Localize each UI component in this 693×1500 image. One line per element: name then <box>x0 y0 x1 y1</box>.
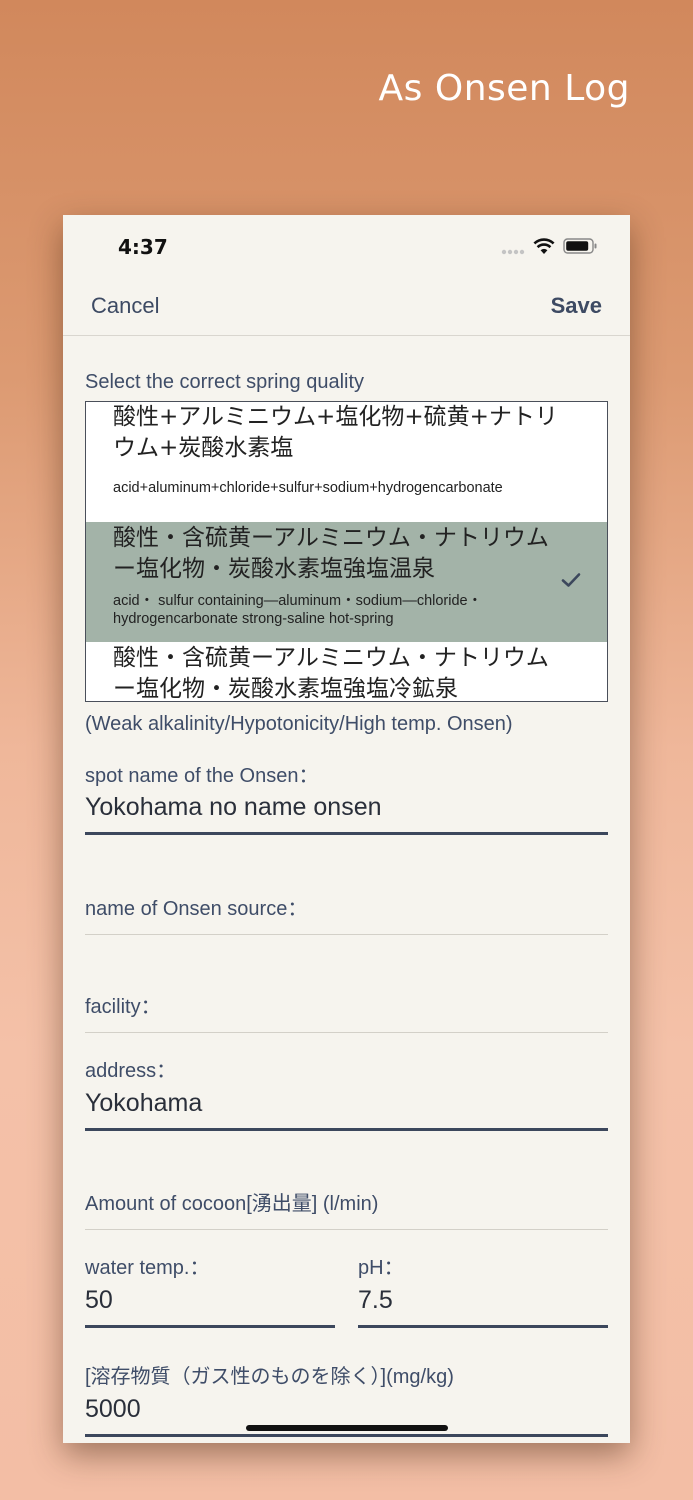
facility-underline <box>85 1032 608 1033</box>
address-label: address： <box>85 1060 177 1082</box>
status-time: 4:37 <box>118 235 168 259</box>
checkmark-icon <box>561 573 581 587</box>
ph-input[interactable]: 7.5 <box>358 1286 393 1315</box>
spring-quality-option[interactable]: 酸性+アルミニウム+塩化物+硫黄+ナトリウム+炭酸水素塩 acid+alumin… <box>86 402 607 522</box>
water-temp-underline <box>85 1325 335 1328</box>
status-bar: 4:37 <box>63 215 630 277</box>
option-english-name: acid+aluminum+chloride+sulfur+sodium+hyd… <box>113 480 503 496</box>
spot-name-input[interactable]: Yokohama no name onsen <box>85 793 382 822</box>
source-name-label: name of Onsen source： <box>85 898 308 920</box>
dissolved-substances-underline <box>85 1434 608 1437</box>
phone-screen: 4:37 Cancel Save Select the correct spri… <box>63 215 630 1443</box>
amount-label: Amount of cocoon[湧出量] (l/min) <box>85 1193 379 1215</box>
amount-underline <box>85 1229 608 1230</box>
address-input[interactable]: Yokohama <box>85 1089 202 1118</box>
save-button[interactable]: Save <box>551 293 602 319</box>
battery-icon <box>563 238 597 254</box>
cancel-button[interactable]: Cancel <box>91 293 159 319</box>
wifi-icon <box>533 238 555 254</box>
spring-quality-label: Select the correct spring quality <box>85 371 365 393</box>
dissolved-substances-label: [溶存物質（ガス性のものを除く）](mg/kg) <box>85 1366 454 1388</box>
facility-label: facility： <box>85 996 161 1018</box>
navigation-bar: Cancel Save <box>63 277 630 336</box>
option-japanese-name: 酸性+アルミニウム+塩化物+硫黄+ナトリウム+炭酸水素塩 <box>113 404 558 461</box>
spot-name-underline <box>85 832 608 835</box>
option-english-name: acid・ sulfur containing—aluminum・sodium—… <box>113 593 483 627</box>
spring-quality-summary: (Weak alkalinity/Hypotonicity/High temp.… <box>85 713 513 735</box>
app-banner-title: As Onsen Log <box>378 68 630 109</box>
home-indicator[interactable] <box>246 1425 448 1431</box>
ph-label: pH： <box>358 1257 404 1279</box>
dissolved-substances-input[interactable]: 5000 <box>85 1395 141 1424</box>
spring-quality-option-selected[interactable]: 酸性・含硫黄ーアルミニウム・ナトリウムー塩化物・炭酸水素塩強塩温泉 acid・ … <box>86 522 607 642</box>
ph-underline <box>358 1325 608 1328</box>
water-temp-input[interactable]: 50 <box>85 1286 113 1315</box>
spring-quality-option[interactable]: 酸性・含硫黄ーアルミニウム・ナトリウムー塩化物・炭酸水素塩強塩冷鉱泉 <box>86 642 607 702</box>
spring-quality-picker[interactable]: 酸性+アルミニウム+塩化物+硫黄+ナトリウム+炭酸水素塩 acid+alumin… <box>85 401 608 702</box>
water-temp-label: water temp.： <box>85 1257 210 1279</box>
option-japanese-name: 酸性・含硫黄ーアルミニウム・ナトリウムー塩化物・炭酸水素塩強塩冷鉱泉 <box>113 645 549 702</box>
address-underline <box>85 1128 608 1131</box>
spot-name-label: spot name of the Onsen： <box>85 765 319 787</box>
cellular-signal-icon <box>501 249 525 255</box>
source-name-underline <box>85 934 608 935</box>
option-japanese-name: 酸性・含硫黄ーアルミニウム・ナトリウムー塩化物・炭酸水素塩強塩温泉 <box>113 525 549 582</box>
